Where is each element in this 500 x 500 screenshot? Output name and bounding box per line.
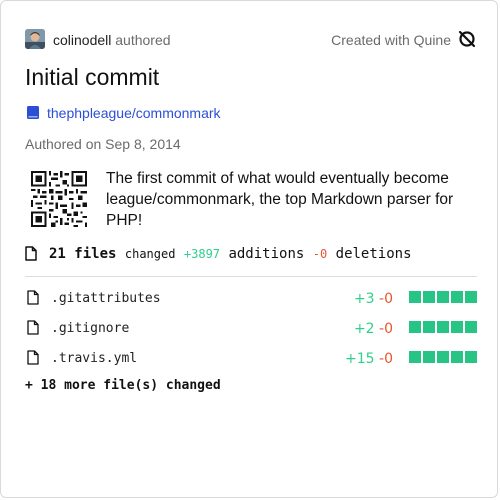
- diff-bar: [451, 351, 463, 363]
- commit-title: Initial commit: [25, 64, 160, 90]
- files-count: 21 files: [49, 246, 117, 262]
- file-icon: [27, 320, 39, 335]
- deletions-value: -0: [312, 247, 328, 261]
- diff-bar: [423, 351, 435, 363]
- commit-card: colinodell authored Created with Quine I…: [0, 0, 498, 498]
- diff-bar: [437, 291, 449, 303]
- file-deletions: -0: [379, 291, 393, 307]
- diff-bar: [437, 321, 449, 333]
- diff-bar: [409, 351, 421, 363]
- file-stats: +15 -0: [345, 349, 393, 369]
- diff-bars: [409, 321, 477, 335]
- diff-bar: [465, 321, 477, 333]
- created-with-label: Created with Quine: [331, 32, 451, 48]
- additions-value: +3897: [183, 247, 221, 261]
- more-files-link[interactable]: + 18 more file(s) changed: [25, 377, 221, 395]
- divider: [25, 276, 477, 277]
- file-stats: +2 -0: [354, 319, 393, 339]
- file-deletions: -0: [379, 321, 393, 337]
- commit-description: The first commit of what would eventuall…: [106, 170, 454, 229]
- file-list: .gitattributes +3 -0 .gitignore +2 -0 .t…: [25, 285, 477, 375]
- additions-label: additions: [228, 246, 305, 262]
- card-header: colinodell authored Created with Quine: [25, 29, 477, 51]
- file-additions: +3: [353, 291, 375, 307]
- deletions-label: deletions: [335, 246, 412, 262]
- repo-link[interactable]: thephpleague/commonmark: [47, 104, 221, 122]
- author-verb: authored: [115, 32, 171, 48]
- file-deletions: -0: [379, 351, 393, 367]
- diff-bar: [451, 321, 463, 333]
- changed-label: changed: [124, 247, 176, 261]
- diff-bar: [423, 321, 435, 333]
- repo-book-icon: [27, 106, 39, 119]
- diff-bars: [409, 351, 477, 365]
- file-name[interactable]: .travis.yml: [51, 350, 137, 368]
- diff-bar: [465, 351, 477, 363]
- file-name[interactable]: .gitattributes: [51, 290, 161, 308]
- author-avatar[interactable]: [25, 29, 45, 49]
- author-line: colinodell authored: [53, 31, 171, 49]
- file-additions: +2: [353, 321, 375, 337]
- file-additions: +15: [345, 351, 375, 367]
- file-row[interactable]: .gitignore +2 -0: [25, 315, 477, 345]
- diff-bar: [465, 291, 477, 303]
- file-row[interactable]: .gitattributes +3 -0: [25, 285, 477, 315]
- file-name[interactable]: .gitignore: [51, 320, 129, 338]
- file-icon: [25, 246, 37, 261]
- quine-logo-icon[interactable]: [457, 29, 477, 49]
- qr-code-icon: [31, 171, 87, 227]
- file-stats: +3 -0: [354, 289, 393, 309]
- authored-date: Authored on Sep 8, 2014: [25, 136, 181, 152]
- diff-bar: [451, 291, 463, 303]
- file-icon: [27, 350, 39, 365]
- diff-bar: [423, 291, 435, 303]
- file-row[interactable]: .travis.yml +15 -0: [25, 345, 477, 375]
- diff-bar: [437, 351, 449, 363]
- diff-bar: [409, 291, 421, 303]
- avatar-image: [25, 29, 45, 49]
- author-name[interactable]: colinodell: [53, 32, 111, 48]
- diff-bars: [409, 291, 477, 305]
- file-icon: [27, 290, 39, 305]
- diff-bar: [409, 321, 421, 333]
